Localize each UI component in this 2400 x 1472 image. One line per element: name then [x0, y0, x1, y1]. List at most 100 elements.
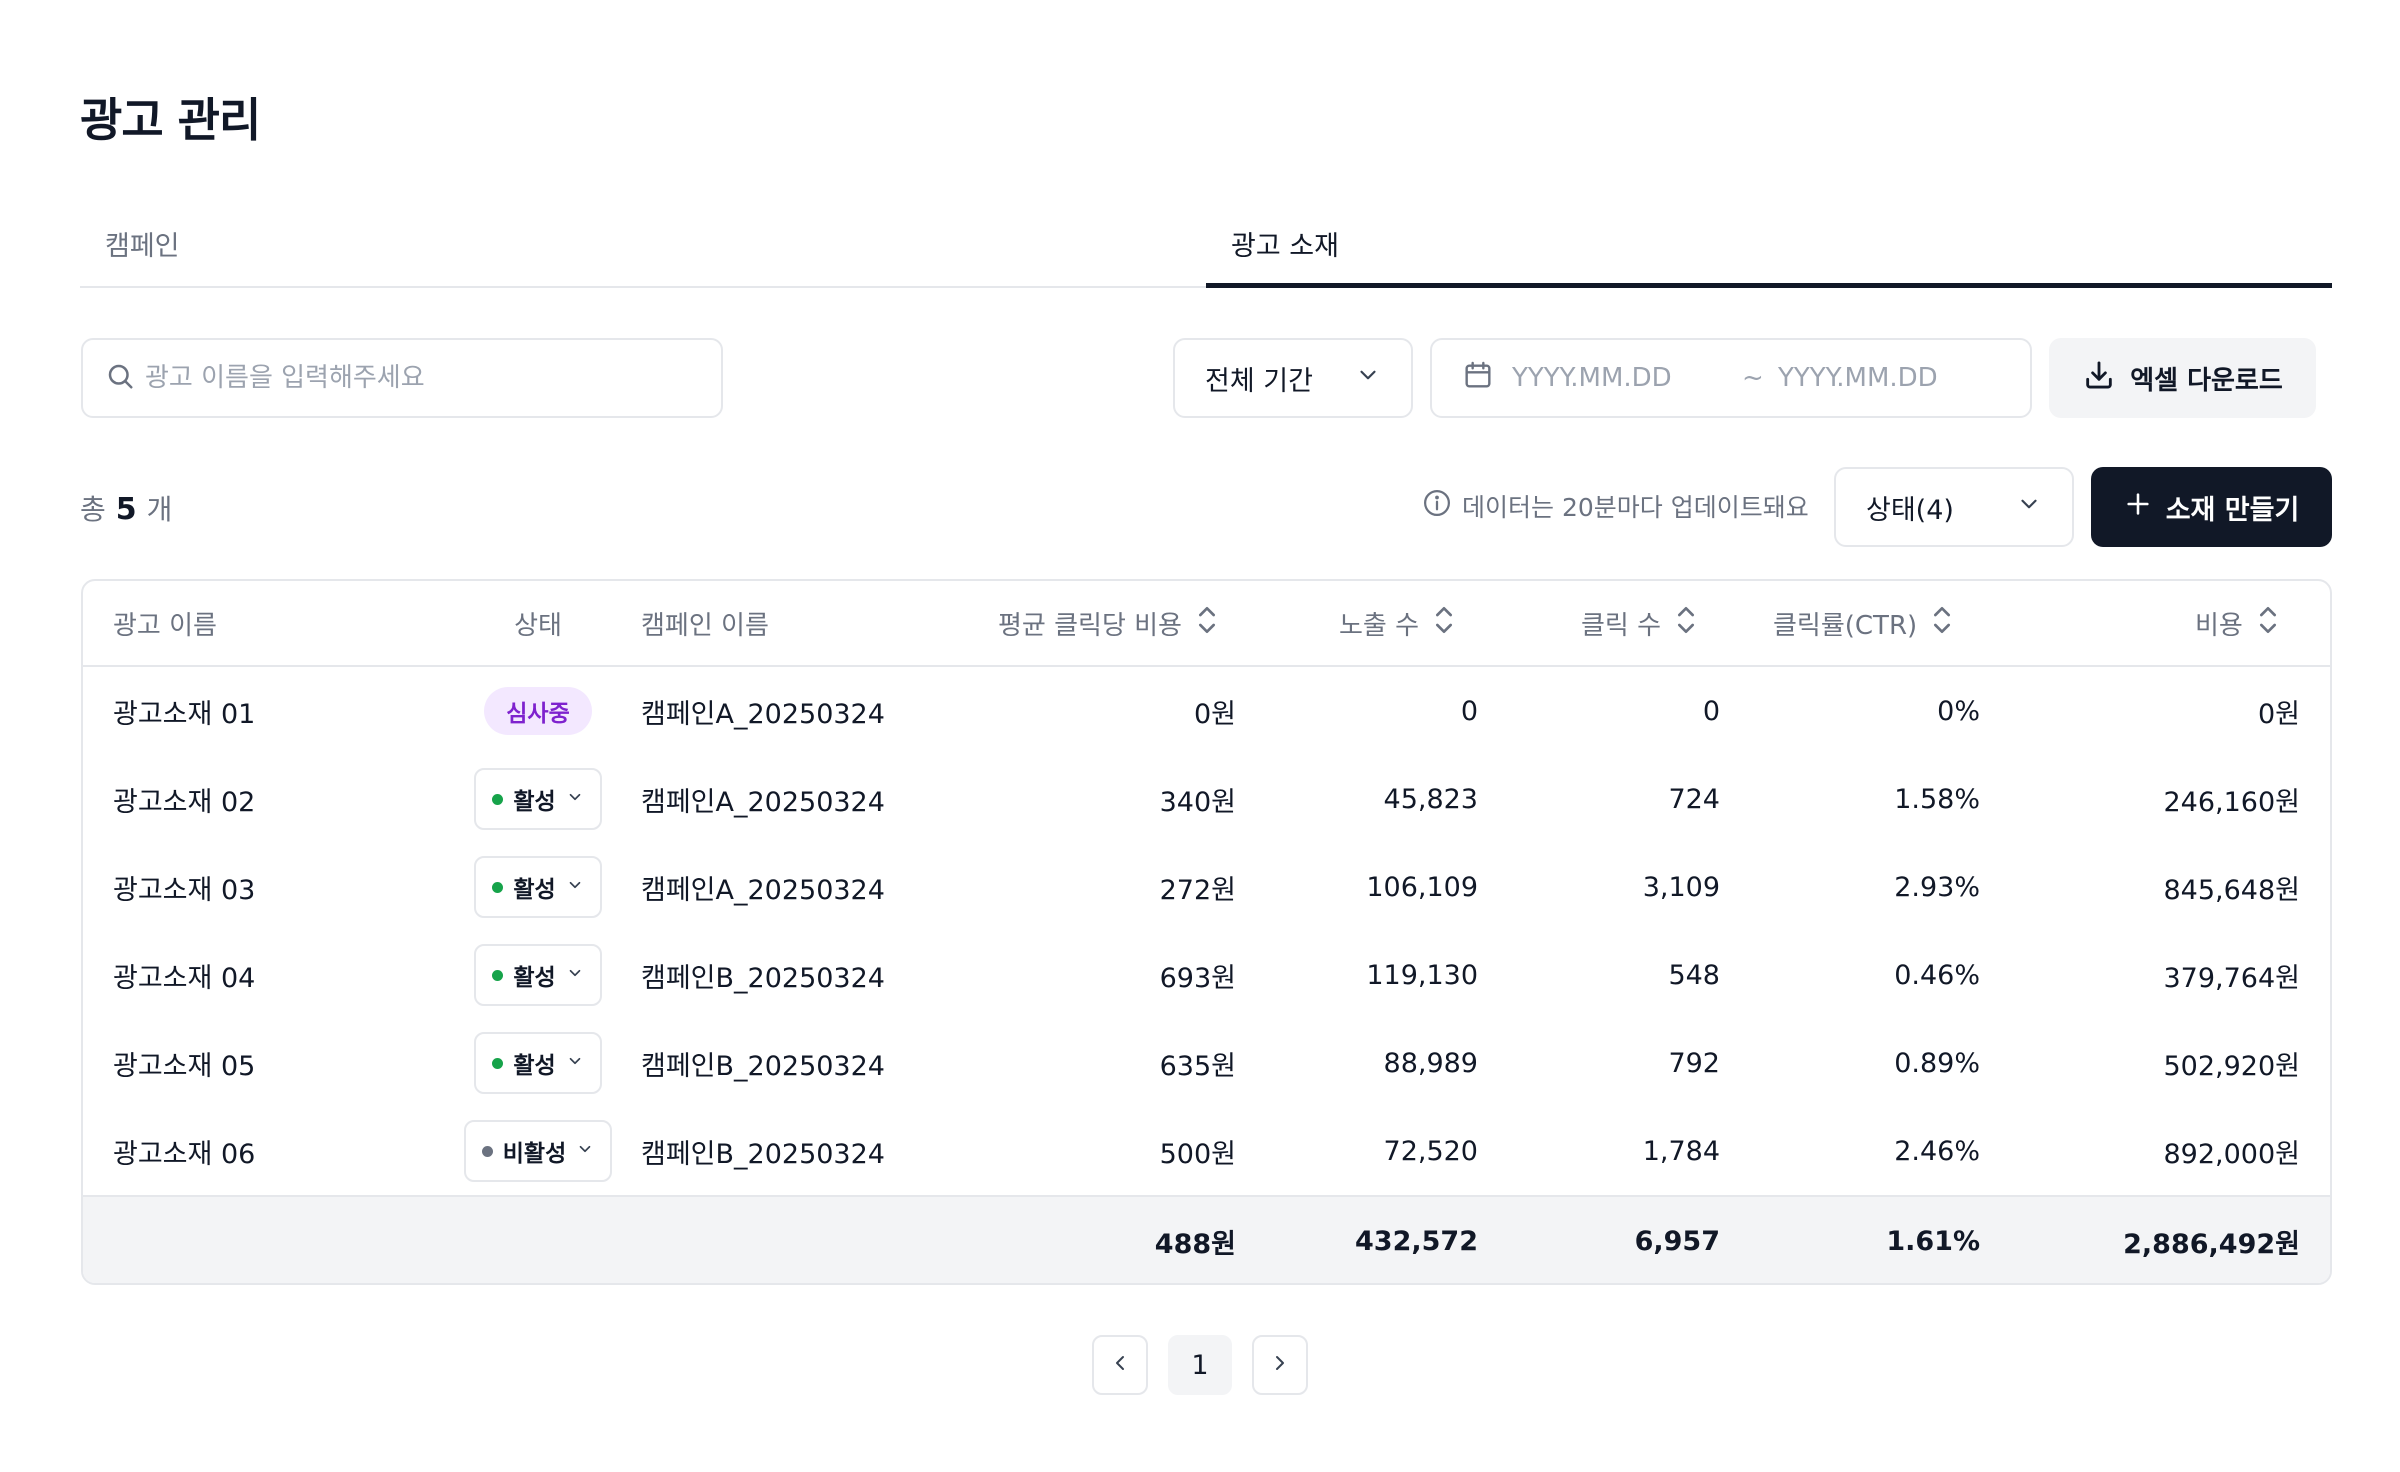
- active-dot-icon: [492, 1057, 504, 1069]
- status-dropdown[interactable]: 비활성: [463, 1120, 613, 1182]
- row-name: 광고소재 05: [113, 1050, 256, 1082]
- search-icon: [105, 361, 135, 395]
- row-ctr: 0%: [1937, 695, 1980, 727]
- header-cpc-sort[interactable]: 평균 클릭당 비용: [998, 581, 1218, 665]
- header-cost-sort[interactable]: 비용: [2195, 581, 2279, 665]
- create-creative-label: 소재 만들기: [2165, 494, 2300, 526]
- search-input[interactable]: [145, 363, 705, 393]
- status-dropdown[interactable]: 활성: [474, 944, 602, 1006]
- row-cost: 379,764원: [2163, 962, 2301, 994]
- row-clicks: 3,109: [1642, 871, 1720, 903]
- table-totals-row: 488원 432,572 6,957 1.61% 2,886,492원: [83, 1195, 2330, 1283]
- table-row[interactable]: 광고소재 06 비활성 캠페인B_20250324 500원 72,520 1,…: [83, 1107, 2330, 1195]
- date-from-field[interactable]: YYYY.MM.DD: [1512, 363, 1742, 393]
- period-select[interactable]: 전체 기간: [1173, 338, 1413, 418]
- date-range-picker[interactable]: YYYY.MM.DD ~ YYYY.MM.DD: [1430, 338, 2032, 418]
- active-dot-icon: [492, 793, 504, 805]
- sort-icon: [1931, 605, 1953, 642]
- status-filter-label: 상태(4): [1866, 494, 1954, 526]
- header-clicks-sort[interactable]: 클릭 수: [1581, 581, 1697, 665]
- row-ctr: 2.46%: [1894, 1135, 1980, 1167]
- chevron-down-icon: [566, 962, 584, 988]
- row-campaign: 캠페인B_20250324: [641, 1138, 885, 1170]
- total-count: 총 5 개: [80, 488, 172, 528]
- row-clicks: 1,784: [1642, 1135, 1720, 1167]
- chevron-down-icon: [566, 1050, 584, 1076]
- status-filter-select[interactable]: 상태(4): [1834, 467, 2074, 547]
- date-separator: ~: [1742, 363, 1764, 393]
- total-number: 5: [115, 492, 137, 527]
- search-box[interactable]: [81, 338, 723, 418]
- row-impressions: 45,823: [1383, 783, 1478, 815]
- page-number-button[interactable]: 1: [1168, 1335, 1232, 1395]
- excel-download-button[interactable]: 엑셀 다운로드: [2049, 338, 2316, 418]
- header-ctr-sort[interactable]: 클릭률(CTR): [1773, 581, 1953, 665]
- total-cost: 2,886,492원: [2123, 1228, 2300, 1260]
- row-name: 광고소재 02: [113, 786, 256, 818]
- status-badge: 심사중: [484, 687, 592, 735]
- next-page-button[interactable]: [1252, 1335, 1308, 1395]
- header-cpc: 평균 클릭당 비용: [998, 610, 1182, 641]
- row-cost: 246,160원: [2163, 786, 2301, 818]
- row-status-cell: 활성: [433, 1019, 643, 1107]
- row-cpc: 500원: [1159, 1138, 1236, 1170]
- calendar-icon: [1462, 359, 1494, 398]
- row-clicks: 724: [1668, 783, 1720, 815]
- row-clicks: 0: [1702, 695, 1720, 727]
- update-notice: 데이터는 20분마다 업데이트돼요: [1422, 488, 1809, 524]
- row-status-cell: 비활성: [433, 1107, 643, 1195]
- sort-icon: [1675, 605, 1697, 642]
- status-dropdown[interactable]: 활성: [474, 856, 602, 918]
- status-dropdown[interactable]: 활성: [474, 768, 602, 830]
- chevron-down-icon: [2016, 491, 2042, 524]
- table-row[interactable]: 광고소재 05 활성 캠페인B_20250324 635원 88,989 792…: [83, 1019, 2330, 1107]
- status-dropdown-label: 비활성: [502, 1141, 567, 1167]
- tab-campaign-label: 캠페인: [105, 231, 180, 262]
- row-ctr: 0.46%: [1894, 959, 1980, 991]
- header-cost: 비용: [2195, 610, 2243, 641]
- row-ctr: 2.93%: [1894, 871, 1980, 903]
- row-status-cell: 활성: [433, 931, 643, 1019]
- table-row[interactable]: 광고소재 02 활성 캠페인A_20250324 340원 45,823 724…: [83, 755, 2330, 843]
- inactive-dot-icon: [481, 1145, 493, 1157]
- row-impressions: 88,989: [1383, 1047, 1478, 1079]
- row-name: 광고소재 04: [113, 962, 256, 994]
- status-dropdown-label: 활성: [513, 877, 556, 903]
- date-to-field[interactable]: YYYY.MM.DD: [1778, 363, 1938, 393]
- total-suffix: 개: [146, 493, 173, 526]
- sort-icon: [2257, 605, 2279, 642]
- header-impressions-sort[interactable]: 노출 수: [1339, 581, 1455, 665]
- row-clicks: 792: [1668, 1047, 1720, 1079]
- header-ctr: 클릭률(CTR): [1773, 610, 1918, 641]
- row-campaign: 캠페인B_20250324: [641, 962, 885, 994]
- row-cost: 0원: [2257, 698, 2300, 730]
- update-notice-text: 데이터는 20분마다 업데이트돼요: [1462, 493, 1809, 522]
- row-cpc: 340원: [1159, 786, 1236, 818]
- table-row[interactable]: 광고소재 04 활성 캠페인B_20250324 693원 119,130 54…: [83, 931, 2330, 1019]
- prev-page-button[interactable]: [1092, 1335, 1148, 1395]
- chevron-down-icon: [576, 1138, 594, 1164]
- row-cpc: 0원: [1193, 698, 1236, 730]
- tab-ad-creative[interactable]: 광고 소재: [1206, 208, 2332, 288]
- active-dot-icon: [492, 969, 504, 981]
- row-impressions: 72,520: [1383, 1135, 1478, 1167]
- tab-campaign[interactable]: 캠페인: [80, 208, 1206, 286]
- row-status-cell: 심사중: [433, 667, 643, 755]
- row-cost: 502,920원: [2163, 1050, 2301, 1082]
- ad-creative-table: 광고 이름 상태 캠페인 이름 평균 클릭당 비용 노출 수 클릭 수 클릭률(…: [81, 579, 2332, 1285]
- chevron-down-icon: [566, 786, 584, 812]
- status-dropdown[interactable]: 활성: [474, 1032, 602, 1094]
- header-name: 광고 이름: [113, 610, 217, 641]
- row-cpc: 635원: [1159, 1050, 1236, 1082]
- row-cpc: 272원: [1159, 874, 1236, 906]
- page-title: 광고 관리: [80, 93, 261, 147]
- row-name: 광고소재 03: [113, 874, 256, 906]
- sort-icon: [1196, 605, 1218, 642]
- table-row[interactable]: 광고소재 01 심사중 캠페인A_20250324 0원 0 0 0% 0원: [83, 667, 2330, 755]
- table-row[interactable]: 광고소재 03 활성 캠페인A_20250324 272원 106,109 3,…: [83, 843, 2330, 931]
- create-creative-button[interactable]: 소재 만들기: [2091, 467, 2332, 547]
- row-ctr: 0.89%: [1894, 1047, 1980, 1079]
- row-cost: 845,648원: [2163, 874, 2301, 906]
- row-status-cell: 활성: [433, 755, 643, 843]
- total-prefix: 총: [80, 493, 106, 526]
